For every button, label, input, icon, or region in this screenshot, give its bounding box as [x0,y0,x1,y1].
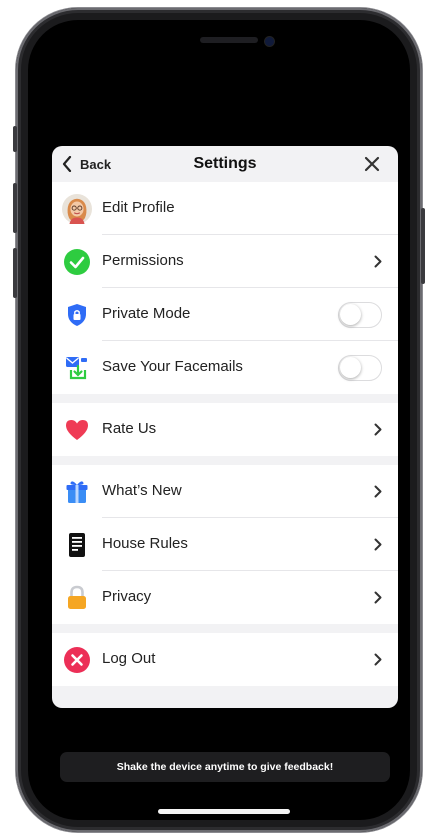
settings-group-info: What’s New House Rules Privacy [52,465,398,624]
privacy-row[interactable]: Privacy [52,571,398,624]
private-mode-toggle[interactable] [338,302,382,328]
home-indicator[interactable] [158,809,290,814]
save-download-icon [62,353,92,383]
privacy-label: Privacy [102,588,152,605]
toggle-knob [340,304,361,325]
log-out-row[interactable]: Log Out [52,633,398,686]
chevron-right-icon [374,485,382,498]
camera-icon [265,37,274,46]
whats-new-label: What’s New [102,482,182,499]
rate-us-row[interactable]: Rate Us [52,403,398,456]
phone-side-button [13,126,17,152]
chevron-right-icon [374,653,382,666]
house-rules-label: House Rules [102,535,188,552]
whats-new-row[interactable]: What’s New [52,465,398,518]
chevron-left-icon [62,156,72,172]
back-label: Back [80,156,112,172]
toggle-knob [340,357,361,378]
shield-icon [62,300,92,330]
lock-icon [62,583,92,613]
log-out-label: Log Out [102,650,156,667]
rate-us-label: Rate Us [102,420,157,437]
chevron-right-icon [374,591,382,604]
house-rules-row[interactable]: House Rules [52,518,398,571]
chevron-right-icon [374,423,382,436]
checkmark-circle-icon [62,247,92,277]
save-facemails-row: Save Your Facemails [52,341,398,394]
feedback-banner: Shake the device anytime to give feedbac… [60,752,390,782]
avatar-icon [62,194,92,224]
permissions-row[interactable]: Permissions [52,235,398,288]
save-facemails-label: Save Your Facemails [102,358,243,375]
phone-volume-down [13,248,17,298]
logout-x-icon [62,645,92,675]
save-facemails-toggle[interactable] [338,355,382,381]
phone-volume-up [13,183,17,233]
heart-icon [62,415,92,445]
back-button[interactable]: Back [62,154,111,174]
phone-power-button [421,208,425,284]
document-icon [62,530,92,560]
private-mode-label: Private Mode [102,305,191,322]
speaker-grille [200,37,258,43]
page-title: Settings [193,155,257,172]
sheet-header: Back Settings [52,146,398,182]
settings-group-rate: Rate Us [52,403,398,456]
edit-profile-row[interactable]: Edit Profile [52,182,398,235]
private-mode-row: Private Mode [52,288,398,341]
chevron-right-icon [374,255,382,268]
chevron-right-icon [374,538,382,551]
settings-group-account: Edit Profile Permissions Private Mode Sa… [52,182,398,394]
close-icon[interactable] [364,156,380,172]
edit-profile-label: Edit Profile [102,199,175,216]
settings-sheet: Back Settings Edit Profile Permissions P… [52,146,398,708]
gift-icon [62,477,92,507]
permissions-label: Permissions [102,252,184,269]
settings-group-logout: Log Out [52,633,398,686]
